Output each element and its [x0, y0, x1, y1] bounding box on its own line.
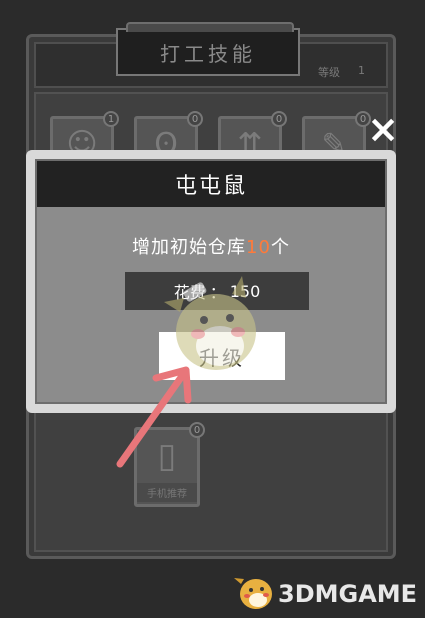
upgrade-button[interactable]: 升级 [159, 332, 285, 380]
cost-label: 花费 [173, 283, 206, 302]
level-indicator: 等级 1 [318, 64, 365, 80]
cost-value: 150 [229, 281, 261, 301]
level-value: 1 [358, 64, 365, 77]
slot-count: 0 [187, 111, 203, 127]
desc-number: 10 [246, 237, 271, 258]
skill-slot-label: 手机推荐 [137, 483, 197, 502]
close-icon[interactable]: × [366, 110, 400, 148]
dialog-body: 屯屯鼠 增加初始仓库10个 花费 ： 150 升级 [35, 159, 387, 404]
cost-separator: ： [209, 283, 226, 302]
desc-suffix: 个 [270, 237, 290, 258]
slot-count: 0 [189, 422, 205, 438]
skill-slot-phone[interactable]: ▯ 0 手机推荐 [134, 422, 205, 507]
slot-count: 0 [271, 111, 287, 127]
level-label: 等级 [318, 66, 340, 79]
skills-panel-title: 打工技能 [116, 22, 300, 76]
phone-fire-icon: ▯ [157, 436, 177, 476]
upgrade-dialog: 屯屯鼠 增加初始仓库10个 花费 ： 150 升级 [26, 150, 396, 413]
desc-prefix: 增加初始仓库 [132, 237, 247, 258]
dialog-title: 屯屯鼠 [37, 161, 385, 207]
slot-count: 1 [103, 111, 119, 127]
skill-description: 增加初始仓库10个 [37, 233, 385, 259]
site-logo-icon [234, 578, 272, 609]
cost-bar: 花费 ： 150 [125, 272, 309, 310]
watermark-text: 3DMGAME [278, 580, 418, 608]
